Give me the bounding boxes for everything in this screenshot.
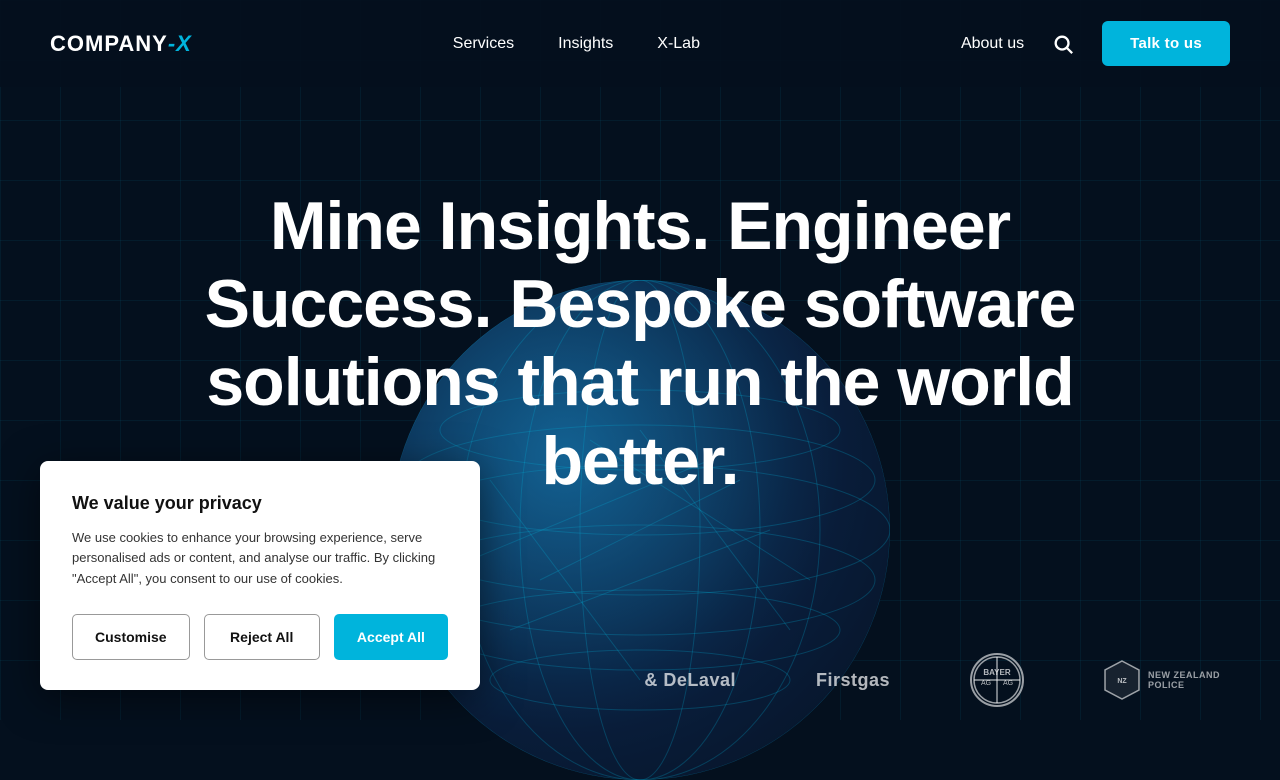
cookie-banner: We value your privacy We use cookies to … bbox=[40, 461, 480, 690]
nav-link-services[interactable]: Services bbox=[435, 25, 532, 63]
navbar: COMPANY-X Services Insights X-Lab About … bbox=[0, 0, 1280, 87]
logo[interactable]: COMPANY-X bbox=[50, 31, 192, 57]
cta-button[interactable]: Talk to us bbox=[1102, 21, 1230, 66]
client-logo-bayer: BAYER AG AG bbox=[970, 653, 1024, 707]
client-logo-nzpolice: NZ NEW ZEALAND POLICE bbox=[1104, 660, 1220, 700]
hero-title: Mine Insights. Engineer Success. Bespoke… bbox=[140, 187, 1140, 500]
customise-button[interactable]: Customise bbox=[72, 614, 190, 660]
svg-text:AG: AG bbox=[981, 680, 991, 687]
client-logo-firstgas: Firstgas bbox=[816, 670, 890, 691]
hero-section: Mine Insights. Engineer Success. Bespoke… bbox=[0, 87, 1280, 500]
nav-link-about[interactable]: About us bbox=[961, 35, 1024, 53]
cookie-title: We value your privacy bbox=[72, 493, 448, 514]
nav-links: Services Insights X-Lab bbox=[435, 25, 718, 63]
cookie-buttons: Customise Reject All Accept All bbox=[72, 614, 448, 660]
client-logo-delaval: & DeLaval bbox=[644, 670, 736, 691]
search-icon bbox=[1052, 33, 1074, 55]
cookie-body-text: We use cookies to enhance your browsing … bbox=[72, 528, 448, 590]
reject-all-button[interactable]: Reject All bbox=[204, 614, 320, 660]
svg-text:NZ: NZ bbox=[1117, 678, 1127, 685]
nav-right: About us Talk to us bbox=[961, 21, 1230, 66]
accept-all-button[interactable]: Accept All bbox=[334, 614, 448, 660]
nav-link-insights[interactable]: Insights bbox=[540, 25, 631, 63]
svg-text:BAYER: BAYER bbox=[983, 668, 1010, 677]
logo-text: COMPANY-X bbox=[50, 31, 192, 57]
nav-link-xlab[interactable]: X-Lab bbox=[639, 25, 718, 63]
search-button[interactable] bbox=[1044, 25, 1082, 63]
svg-text:AG: AG bbox=[1003, 680, 1013, 687]
